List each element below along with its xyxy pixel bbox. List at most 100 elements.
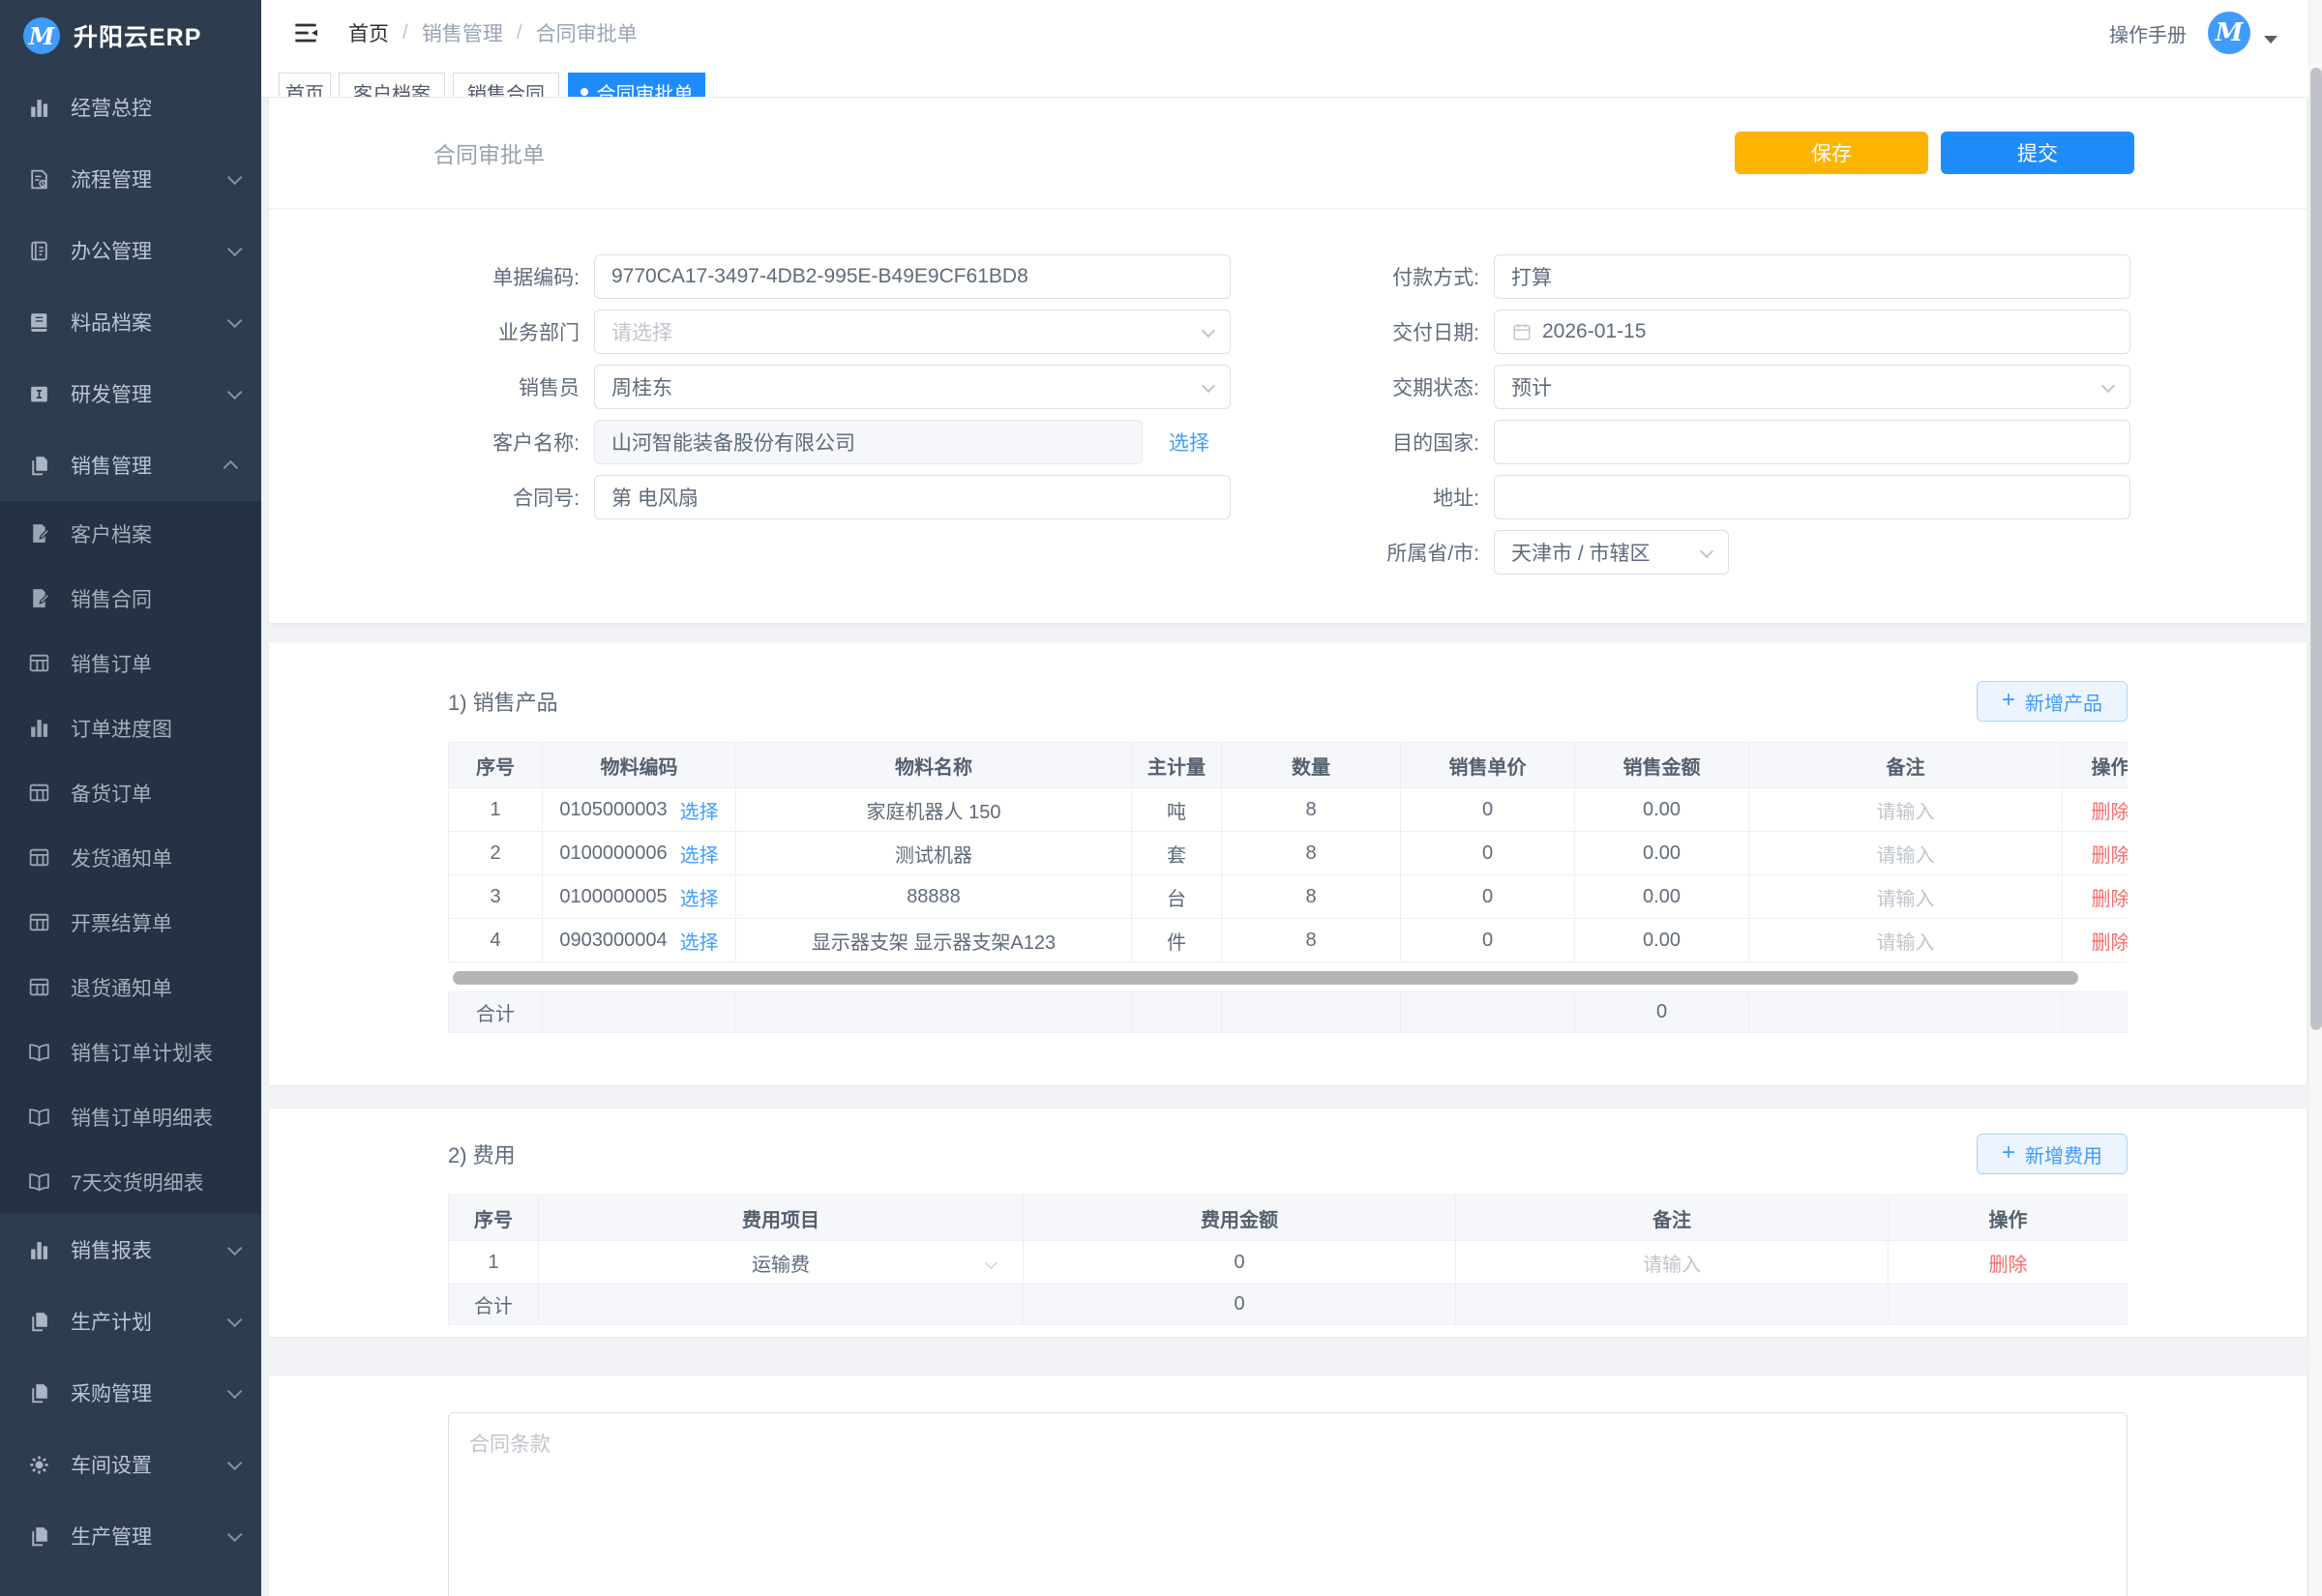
- delete-row-link[interactable]: 删除: [1989, 1255, 2028, 1276]
- sidebar-item-production-plan[interactable]: 生产计划: [0, 1286, 261, 1357]
- remark-input[interactable]: 请输入: [1749, 832, 2063, 875]
- sidebar-item-sales-order-plan[interactable]: 销售订单计划表: [0, 1020, 261, 1084]
- remark-input[interactable]: 请输入: [1456, 1241, 1889, 1285]
- col-material-name: 物料名称: [736, 743, 1132, 788]
- delivery-status-label: 交期状态:: [1333, 372, 1494, 401]
- sidebar-item-sales-mgmt[interactable]: 销售管理: [0, 429, 261, 501]
- sidebar-item-order-progress[interactable]: 订单进度图: [0, 695, 261, 760]
- remark-input[interactable]: 请输入: [1749, 788, 2063, 832]
- qty-cell: 8: [1222, 832, 1401, 875]
- sidebar-item-sales-report[interactable]: 销售报表: [0, 1214, 261, 1286]
- sidebar-item-materials-archive[interactable]: 料品档案: [0, 286, 261, 358]
- sidebar-item-sales-order[interactable]: 销售订单: [0, 631, 261, 695]
- add-fee-button[interactable]: +新增费用: [1977, 1134, 2128, 1174]
- products-section-header: 1) 销售产品 +新增产品: [269, 642, 2307, 742]
- payment-method-field[interactable]: 打算: [1494, 254, 2130, 299]
- chevron-down-icon: [227, 312, 243, 328]
- sidebar-item-label: 生产管理: [71, 1522, 152, 1551]
- submit-button[interactable]: 提交: [1941, 132, 2134, 174]
- delete-row-link[interactable]: 删除: [2092, 802, 2128, 823]
- scrollbar-thumb[interactable]: [453, 971, 2078, 985]
- material-code: 0100000005: [559, 886, 667, 908]
- breadcrumb-sales-mgmt[interactable]: 销售管理: [422, 18, 503, 47]
- sidebar-item-sales-order-detail[interactable]: 销售订单明细表: [0, 1084, 261, 1149]
- customer-select-link[interactable]: 选择: [1169, 428, 1209, 457]
- doc-edit-icon: [27, 586, 51, 610]
- sidebar-item-label: 订单进度图: [71, 714, 172, 743]
- remark-input[interactable]: 请输入: [1749, 875, 2063, 919]
- sidebar-item-machining-workshop[interactable]: 加工车间: [0, 1572, 261, 1596]
- sidebar-item-production-mgmt[interactable]: 生产管理: [0, 1500, 261, 1572]
- delete-row-link[interactable]: 删除: [2092, 889, 2128, 910]
- table-grid-icon: [27, 845, 51, 870]
- chevron-down-icon: [227, 1240, 243, 1256]
- sidebar-item-sales-contract[interactable]: 销售合同: [0, 566, 261, 631]
- tab-contract-approval[interactable]: 合同审批单: [568, 73, 705, 98]
- material-code: 0903000004: [559, 930, 667, 952]
- select-material-link[interactable]: 选择: [680, 883, 719, 911]
- sidebar-item-stock-order[interactable]: 备货订单: [0, 760, 261, 825]
- select-material-link[interactable]: 选择: [680, 927, 719, 955]
- remark-input[interactable]: 请输入: [1749, 919, 2063, 962]
- app-logo: M 升阳云ERP: [0, 0, 261, 72]
- fee-item-select[interactable]: 运输费: [539, 1241, 1024, 1285]
- chevron-down-icon: [1202, 324, 1215, 338]
- empty-cell: [1889, 1285, 2128, 1325]
- delivery-date-value: 2026-01-15: [1542, 320, 1646, 343]
- chevron-down-icon: [227, 1455, 243, 1470]
- chevron-down-icon: [227, 384, 243, 399]
- contract-no-field[interactable]: 第 电风扇: [594, 475, 1231, 519]
- manual-link[interactable]: 操作手册: [2109, 19, 2187, 47]
- material-code-cell: 0100000005 选择: [543, 875, 736, 919]
- delete-row-link[interactable]: 删除: [2092, 845, 2128, 867]
- products-total-row: 合计 0: [449, 992, 2128, 1033]
- add-product-button[interactable]: +新增产品: [1977, 681, 2128, 722]
- sidebar-item-purchase-mgmt[interactable]: 采购管理: [0, 1357, 261, 1429]
- caret-down-icon[interactable]: [2264, 36, 2277, 44]
- tab-sales-contract[interactable]: 销售合同: [453, 73, 559, 98]
- col-fee-item: 费用项目: [539, 1196, 1024, 1241]
- select-material-link[interactable]: 选择: [680, 840, 719, 868]
- sidebar-item-label: 研发管理: [71, 379, 152, 408]
- seq-cell: 1: [449, 788, 543, 832]
- address-field[interactable]: [1494, 475, 2130, 519]
- sidebar-item-return-notice[interactable]: 退货通知单: [0, 955, 261, 1020]
- col-amount: 销售金额: [1575, 743, 1749, 788]
- sidebar-item-overview[interactable]: 经营总控: [0, 72, 261, 143]
- tab-home[interactable]: 首页: [279, 73, 331, 98]
- sidebar-item-label: 备货订单: [71, 779, 152, 808]
- sidebar-item-shipping-notice[interactable]: 发货通知单: [0, 825, 261, 890]
- salesperson-select[interactable]: 周桂东: [594, 365, 1231, 409]
- sidebar-item-office-mgmt[interactable]: 办公管理: [0, 215, 261, 286]
- sidebar-item-rnd-mgmt[interactable]: 研发管理: [0, 358, 261, 429]
- sidebar: M 升阳云ERP 经营总控 流程管理 办公管理 料品档案 研发管理 销售管理 客…: [0, 0, 261, 1596]
- sidebar-item-workshop-settings[interactable]: 车间设置: [0, 1429, 261, 1500]
- delivery-date-field[interactable]: 2026-01-15: [1494, 310, 2130, 354]
- save-button[interactable]: 保存: [1735, 132, 1928, 174]
- empty-cell: [543, 992, 736, 1033]
- delivery-status-select[interactable]: 预计: [1494, 365, 2130, 409]
- breadcrumb-home[interactable]: 首页: [348, 18, 389, 47]
- sidebar-item-customer-archive[interactable]: 客户档案: [0, 501, 261, 566]
- doc-code-field[interactable]: 9770CA17-3497-4DB2-995E-B49E9CF61BD8: [594, 254, 1231, 299]
- unit-cell: 台: [1132, 875, 1222, 919]
- destination-country-field[interactable]: [1494, 420, 2130, 464]
- delete-row-link[interactable]: 删除: [2092, 932, 2128, 954]
- tab-customer-archive[interactable]: 客户档案: [339, 73, 445, 98]
- select-material-link[interactable]: 选择: [680, 796, 719, 824]
- chevron-down-icon: [227, 1312, 243, 1327]
- sidebar-fold-icon[interactable]: [290, 17, 321, 48]
- avatar[interactable]: M: [2208, 12, 2250, 54]
- scrollbar-thumb[interactable]: [2310, 68, 2322, 1030]
- material-name-cell: 家庭机器人 150: [736, 788, 1132, 832]
- fees-panel: 2) 费用 +新增费用 序号 费用项目 费用金额 备注 操作 1: [269, 1108, 2307, 1337]
- province-city-select[interactable]: 天津市 / 市辖区: [1494, 530, 1729, 575]
- sidebar-item-delivery-7day[interactable]: 7天交货明细表: [0, 1149, 261, 1214]
- sidebar-item-process-mgmt[interactable]: 流程管理: [0, 143, 261, 215]
- contract-terms-textarea[interactable]: 合同条款: [448, 1412, 2128, 1596]
- customer-name-value: 山河智能装备股份有限公司: [611, 428, 855, 457]
- gear-icon: [27, 1453, 51, 1477]
- sidebar-item-invoice-settlement[interactable]: 开票结算单: [0, 890, 261, 955]
- col-material-code: 物料编码: [543, 743, 736, 788]
- business-dept-select[interactable]: 请选择: [594, 310, 1231, 354]
